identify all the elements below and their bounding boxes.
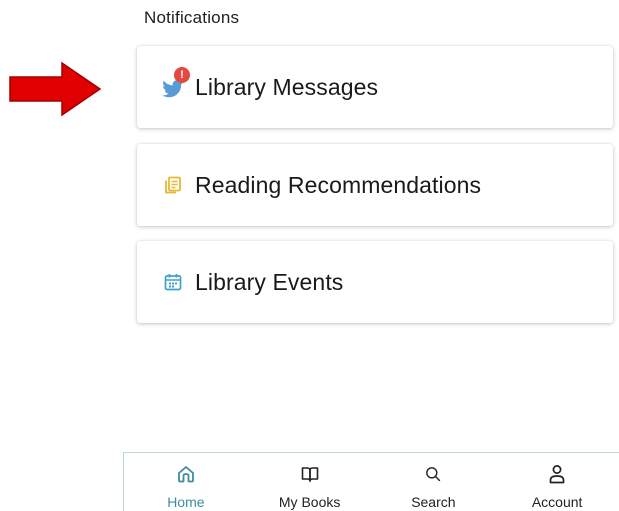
bottom-navigation-bar: Home My Books Search Account	[123, 452, 619, 511]
nav-label-search: Search	[411, 494, 456, 510]
nav-label-account: Account	[531, 494, 583, 510]
library-events-card[interactable]: Library Events	[137, 241, 613, 323]
reading-recommendations-card[interactable]: Reading Recommendations	[137, 144, 613, 226]
search-icon	[422, 463, 444, 485]
red-annotation-arrow	[9, 61, 102, 117]
stacked-pages-icon	[153, 165, 193, 205]
nav-tab-my-books[interactable]: My Books	[248, 453, 372, 511]
nav-label-my-books: My Books	[278, 494, 341, 510]
library-messages-label: Library Messages	[195, 73, 379, 100]
open-book-icon	[299, 463, 321, 485]
reading-recommendations-label: Reading Recommendations	[195, 171, 482, 198]
person-icon	[546, 463, 568, 485]
twitter-bird-icon: !	[153, 67, 193, 107]
notifications-screen: Notifications ! Library Messages Reading…	[0, 0, 619, 511]
calendar-icon	[153, 262, 193, 302]
nav-tab-search[interactable]: Search	[372, 453, 496, 511]
nav-label-home: Home	[167, 494, 205, 510]
library-events-label: Library Events	[195, 268, 344, 295]
alert-badge: !	[174, 67, 190, 83]
nav-tab-home[interactable]: Home	[124, 453, 248, 511]
section-title: Notifications	[144, 8, 240, 27]
home-icon	[175, 463, 197, 485]
nav-tab-account[interactable]: Account	[495, 453, 619, 511]
library-messages-card[interactable]: ! Library Messages	[137, 46, 613, 128]
